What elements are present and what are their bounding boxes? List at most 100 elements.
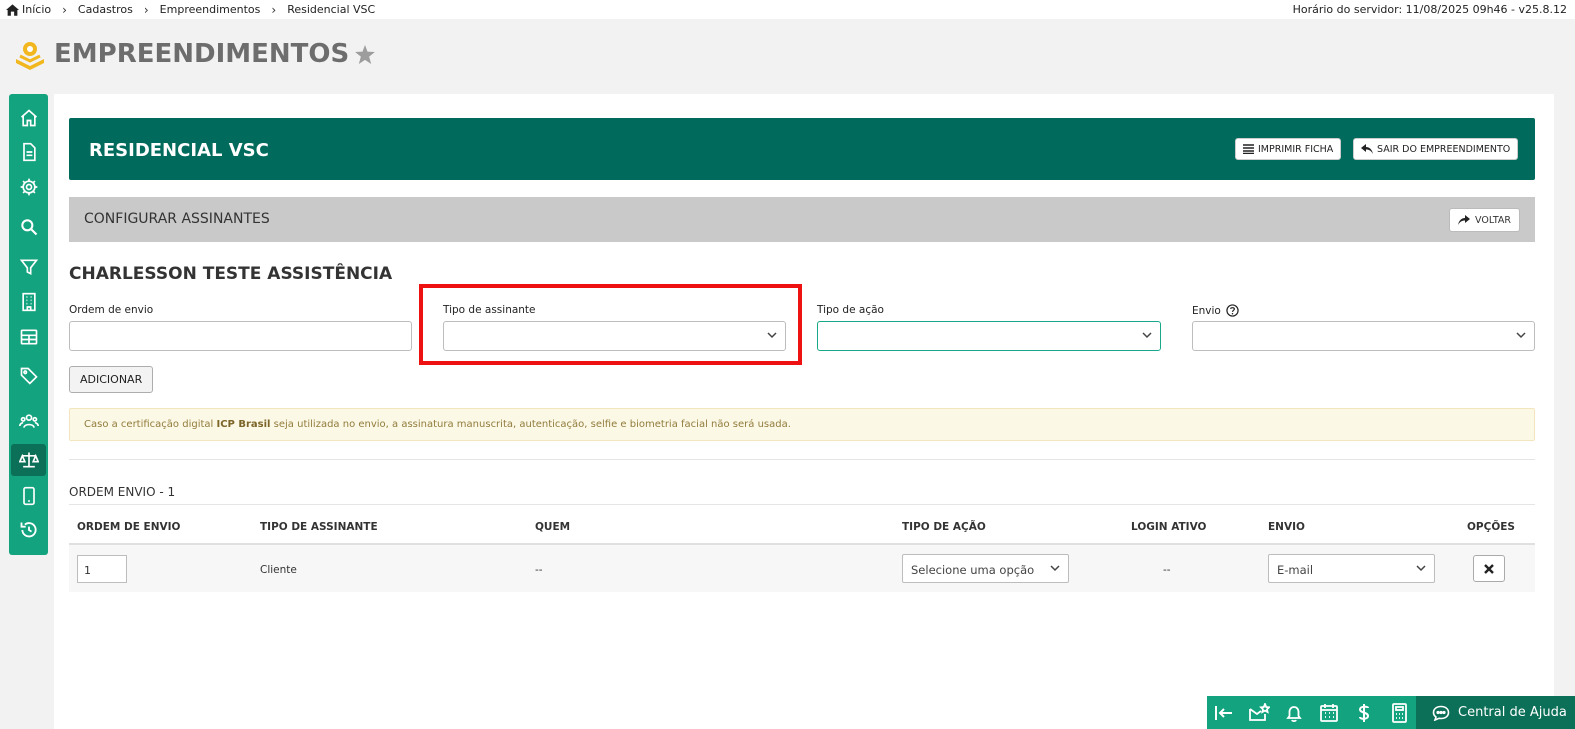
server-time: Horário do servidor: 11/08/2025 09h46 - …	[1292, 3, 1567, 16]
document-icon	[22, 142, 36, 162]
sidebar-item-contracts[interactable]	[11, 444, 46, 476]
chevron-right-icon: ›	[143, 2, 149, 17]
sidebar-item-building[interactable]	[11, 286, 46, 318]
print-ficha-button[interactable]: IMPRIMIR FICHA	[1235, 138, 1342, 160]
col-header-login-ativo: LOGIN ATIVO	[1131, 521, 1207, 533]
breadcrumb-item-current: Residencial VSC	[287, 3, 376, 16]
sidebar	[9, 94, 48, 555]
highlight-box	[419, 284, 802, 365]
mail-star-icon[interactable]	[1248, 703, 1270, 723]
bell-icon[interactable]	[1283, 703, 1305, 723]
sidebar-item-filter[interactable]	[11, 251, 46, 283]
group-title: ORDEM ENVIO - 1	[69, 485, 176, 499]
exit-empreendimento-label: SAIR DO EMPREENDIMENTO	[1377, 143, 1511, 155]
people-icon	[18, 414, 39, 428]
config-title: CONFIGURAR ASSINANTES	[84, 211, 270, 227]
share-arrow-icon	[1458, 215, 1471, 225]
breadcrumb: Início › Cadastros › Empreendimentos › R…	[6, 3, 375, 16]
signer-name: CHARLESSON TESTE ASSISTÊNCIA	[69, 264, 393, 284]
sidebar-item-tags[interactable]	[11, 360, 46, 392]
row-delete-button[interactable]	[1473, 555, 1505, 582]
col-header-quem: QUEM	[535, 521, 571, 533]
envio-select[interactable]	[1192, 321, 1535, 351]
gear-icon	[20, 178, 37, 196]
sidebar-item-history[interactable]	[11, 514, 46, 546]
calendar-icon[interactable]	[1318, 703, 1340, 723]
tipo-acao-label: Tipo de ação	[817, 304, 884, 316]
building-icon	[21, 292, 36, 312]
sidebar-item-people[interactable]	[11, 405, 46, 437]
chevron-down-icon	[1416, 565, 1426, 572]
envio-label: Envio	[1192, 304, 1221, 317]
col-header-tipo-acao: TIPO DE AÇÃO	[902, 521, 986, 533]
tag-icon	[20, 367, 38, 385]
mobile-icon	[22, 486, 35, 506]
help-circle-icon[interactable]	[1226, 304, 1239, 317]
chevron-down-icon	[1142, 332, 1152, 339]
help-center-button[interactable]: Central de Ajuda	[1416, 696, 1575, 729]
sidebar-item-search[interactable]	[11, 211, 46, 243]
home-icon	[20, 109, 37, 127]
star-icon[interactable]	[355, 44, 376, 64]
sidebar-item-settings[interactable]	[11, 171, 46, 203]
alert-bold: ICP Brasil	[216, 419, 271, 430]
ordem-envio-label: Ordem de envio	[69, 304, 154, 316]
close-icon	[1484, 563, 1494, 574]
add-button[interactable]: ADICIONAR	[69, 366, 154, 393]
sidebar-item-table[interactable]	[11, 321, 46, 353]
chevron-down-icon	[1516, 332, 1526, 339]
col-header-tipo-assinante: TIPO DE ASSINANTE	[260, 521, 378, 533]
sidebar-item-documents[interactable]	[11, 136, 46, 168]
sidebar-item-home[interactable]	[11, 102, 46, 134]
col-header-ordem: ORDEM DE ENVIO	[77, 521, 181, 533]
row-login-ativo: --	[1163, 564, 1171, 576]
divider	[69, 459, 1535, 460]
page-title: EMPREENDIMENTOS	[54, 39, 350, 69]
row-ordem-input[interactable]: 1	[77, 555, 127, 583]
divider	[69, 504, 1535, 505]
row-tipo-acao-select[interactable]: Selecione uma opção	[902, 554, 1069, 583]
sidebar-item-mobile[interactable]	[11, 480, 46, 512]
reply-icon	[1361, 144, 1373, 154]
row-tipo-acao-value: Selecione uma opção	[911, 563, 1035, 577]
breadcrumb-item-inicio[interactable]: Início	[22, 3, 51, 16]
col-header-envio: ENVIO	[1268, 521, 1305, 533]
home-icon	[6, 3, 19, 16]
back-button[interactable]: VOLTAR	[1449, 208, 1520, 232]
list-icon	[1243, 144, 1254, 154]
chevron-right-icon: ›	[62, 2, 67, 17]
breadcrumb-item-empreendimentos[interactable]: Empreendimentos	[160, 3, 261, 16]
table-icon	[20, 329, 37, 345]
alert-prefix: Caso a certificação digital	[84, 419, 217, 430]
icp-alert: Caso a certificação digital ICP Brasil s…	[69, 408, 1535, 441]
top-bar: Início › Cadastros › Empreendimentos › R…	[0, 0, 1575, 19]
envio-label-wrap: Envio	[1192, 304, 1239, 317]
col-header-opcoes: OPÇÕES	[1467, 521, 1515, 533]
exit-empreendimento-button[interactable]: SAIR DO EMPREENDIMENTO	[1353, 138, 1519, 160]
collapse-left-icon[interactable]	[1213, 703, 1235, 723]
row-envio-value: E-mail	[1277, 563, 1314, 577]
ordem-envio-input[interactable]	[69, 321, 412, 351]
search-icon	[20, 219, 37, 236]
tipo-acao-select[interactable]	[817, 321, 1161, 351]
dollar-icon[interactable]	[1353, 703, 1375, 723]
bottom-toolbar: Central de Ajuda	[1207, 696, 1575, 729]
back-label: VOLTAR	[1475, 214, 1511, 226]
chat-icon	[1432, 705, 1450, 721]
breadcrumb-item-cadastros[interactable]: Cadastros	[78, 3, 133, 16]
chevron-down-icon	[1050, 565, 1060, 572]
filter-icon	[19, 259, 38, 276]
page-header: EMPREENDIMENTOS	[14, 38, 376, 70]
scale-icon	[18, 452, 39, 468]
building-logo-icon	[16, 42, 44, 70]
calculator-icon[interactable]	[1388, 703, 1410, 723]
row-tipo-assinante: Cliente	[260, 564, 297, 576]
row-quem: --	[535, 564, 543, 576]
alert-suffix: seja utilizada no envio, a assinatura ma…	[270, 419, 791, 430]
row-envio-select[interactable]: E-mail	[1268, 554, 1435, 583]
empreendimento-header: RESIDENCIAL VSC IMPRIMIR FICHA SAIR DO E…	[69, 118, 1535, 180]
help-center-label: Central de Ajuda	[1458, 705, 1567, 720]
empreendimento-name: RESIDENCIAL VSC	[89, 140, 269, 161]
history-icon	[20, 522, 37, 538]
print-ficha-label: IMPRIMIR FICHA	[1258, 143, 1334, 155]
